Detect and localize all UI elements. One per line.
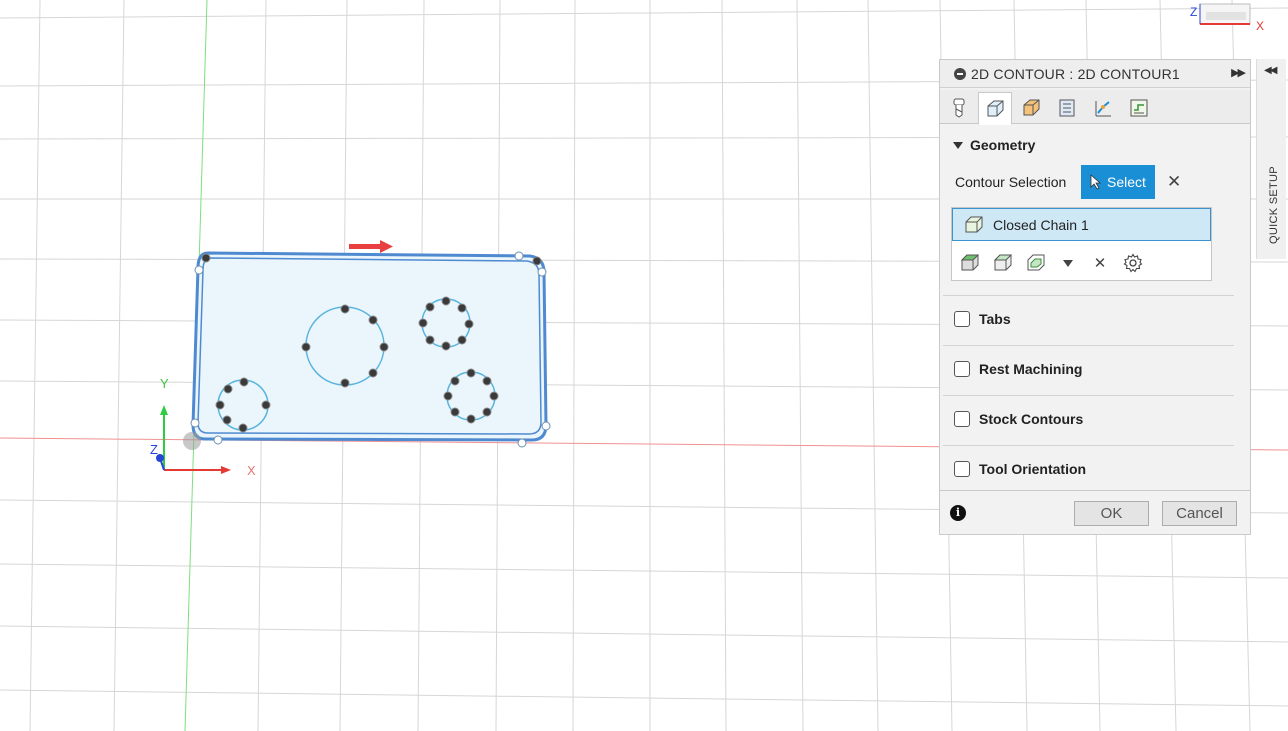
part-sketch[interactable] [190, 240, 551, 448]
add-chain-button[interactable] [958, 251, 982, 275]
tool-orientation-label: Tool Orientation [979, 461, 1087, 477]
stock-contours-label: Stock Contours [979, 411, 1084, 427]
solid-chain-icon [960, 254, 980, 271]
cursor-icon [1090, 174, 1102, 190]
ok-button-label: OK [1100, 505, 1123, 522]
tab-heights[interactable] [1014, 92, 1048, 124]
viewcube-z-label: Z [1190, 5, 1197, 19]
geometry-icon [987, 100, 1004, 116]
linking-icon [1095, 101, 1111, 117]
tab-geometry[interactable] [978, 92, 1012, 125]
divider [943, 295, 1234, 296]
tab-post-process[interactable] [1122, 92, 1156, 124]
cancel-button-label: Cancel [1176, 505, 1223, 522]
rest-machining-option[interactable]: Rest Machining [954, 361, 1082, 377]
collapse-sidebar-icon[interactable]: ◀◀ [1264, 65, 1277, 76]
chevron-down-icon [1063, 259, 1073, 267]
tab-linking[interactable] [1086, 92, 1120, 124]
geometry-caret-icon[interactable] [953, 142, 963, 149]
divider [943, 395, 1234, 396]
x-axis-label: X [247, 463, 256, 478]
viewcube[interactable]: Z X [1188, 0, 1268, 34]
tool-orientation-option[interactable]: Tool Orientation [954, 461, 1086, 477]
geometry-section-title[interactable]: Geometry [970, 137, 1035, 153]
y-axis-label: Y [160, 376, 169, 391]
chain-options-dropdown[interactable] [1056, 251, 1080, 275]
2d-contour-panel: 2D CONTOUR : 2D CONTOUR1 ▶▶ Geometry Con… [939, 59, 1251, 535]
tool-icon [953, 98, 965, 118]
viewcube-x-label: X [1256, 19, 1264, 33]
tab-passes[interactable] [1050, 92, 1084, 124]
ok-button[interactable]: OK [1074, 501, 1149, 526]
select-button[interactable]: Select [1081, 165, 1155, 199]
divider [943, 345, 1234, 346]
tab-tool[interactable] [942, 92, 976, 124]
add-face-button[interactable] [991, 251, 1015, 275]
panel-footer: i OK Cancel [940, 490, 1250, 534]
divider [943, 445, 1234, 446]
panel-header[interactable]: 2D CONTOUR : 2D CONTOUR1 ▶▶ [940, 60, 1250, 88]
quick-setup-label: QUICK SETUP [1268, 166, 1280, 244]
tabs-checkbox[interactable] [954, 311, 970, 327]
gear-icon [1123, 253, 1143, 273]
tool-orientation-checkbox[interactable] [954, 461, 970, 477]
post-process-icon [1130, 99, 1148, 117]
rest-machining-checkbox[interactable] [954, 361, 970, 377]
quick-setup-tab[interactable]: ◀◀ QUICK SETUP [1256, 59, 1286, 259]
panel-title: 2D CONTOUR : 2D CONTOUR1 [971, 65, 1180, 82]
rest-machining-label: Rest Machining [979, 361, 1083, 377]
clear-selection-icon[interactable]: ✕ [1167, 172, 1181, 192]
info-icon[interactable]: i [950, 505, 966, 521]
silhouette-chain-icon [1027, 254, 1045, 271]
stock-contours-option[interactable]: Stock Contours [954, 411, 1083, 427]
list-item[interactable]: Closed Chain 1 [952, 208, 1211, 241]
collapse-panel-icon[interactable] [954, 67, 966, 80]
select-button-label: Select [1107, 174, 1146, 190]
z-axis-label: Z [150, 442, 158, 457]
selection-item-label: Closed Chain 1 [993, 216, 1089, 233]
face-chain-icon [993, 254, 1013, 271]
cancel-button[interactable]: Cancel [1162, 501, 1237, 526]
remove-chain-icon[interactable]: ✕ [1088, 251, 1112, 275]
contour-selection-list: Closed Chain 1 ✕ [951, 207, 1212, 281]
chain-icon [965, 216, 983, 232]
tabs-option[interactable]: Tabs [954, 311, 1011, 327]
add-silhouette-button[interactable] [1024, 251, 1048, 275]
stock-contours-checkbox[interactable] [954, 411, 970, 427]
passes-icon [1059, 99, 1075, 117]
heights-icon [1023, 99, 1040, 116]
panel-tabs [940, 90, 1250, 125]
chain-settings-button[interactable] [1121, 251, 1145, 275]
tabs-label: Tabs [979, 311, 1011, 327]
contour-selection-label: Contour Selection [955, 174, 1067, 190]
expand-panel-icon[interactable]: ▶▶ [1231, 66, 1246, 79]
direction-arrow [349, 240, 393, 253]
